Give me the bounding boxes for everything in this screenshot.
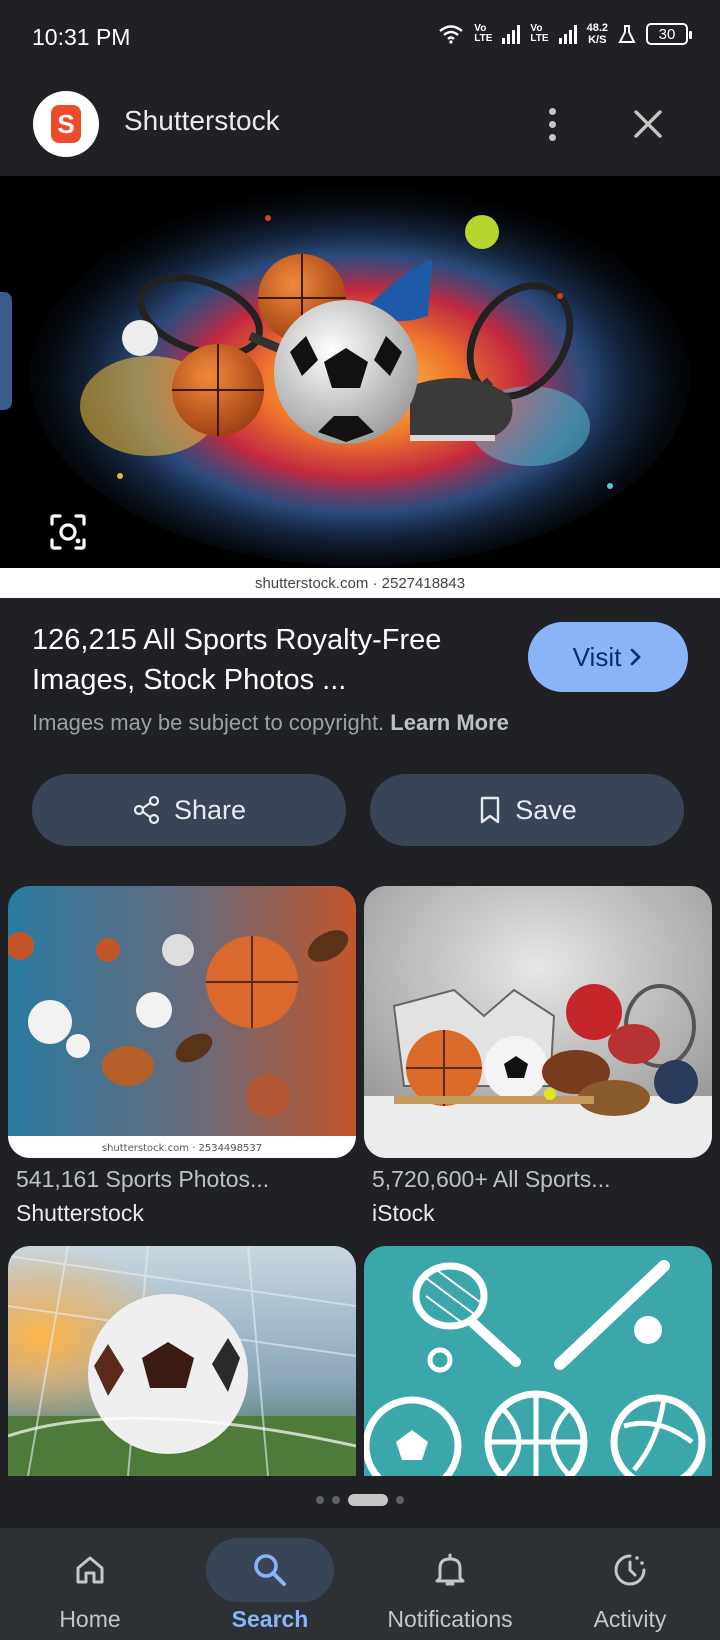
signal-icon-2: [558, 24, 577, 44]
home-icon: [76, 1556, 104, 1584]
related-image-1[interactable]: shutterstock.com · 2534498537: [8, 886, 356, 1158]
lens-icon[interactable]: [46, 510, 90, 554]
side-panel-handle[interactable]: [0, 292, 12, 410]
volte-bottom: LTE: [530, 33, 549, 44]
nav-home-pill: [26, 1538, 154, 1602]
bell-icon: [435, 1553, 465, 1586]
chevron-right-icon: [631, 648, 642, 666]
volte-indicator-2: Vo LTE: [530, 24, 548, 44]
dot: [548, 107, 556, 115]
visit-label: Visit: [572, 641, 622, 672]
related-image-4[interactable]: [364, 1246, 712, 1476]
sports-icons-image: [364, 1246, 712, 1476]
status-time: 10:31 PM: [32, 23, 131, 50]
related-caption-1[interactable]: 541,161 Sports Photos...: [16, 1166, 269, 1193]
visit-button[interactable]: Visit: [528, 622, 688, 692]
bookmark-icon: [481, 796, 500, 824]
site-name: Shutterstock: [124, 105, 280, 136]
signal-icon-1: [502, 24, 521, 44]
nav-search-pill: [206, 1538, 334, 1602]
nav-search[interactable]: Search: [180, 1538, 360, 1638]
search-icon: [254, 1554, 286, 1586]
nav-notifications-pill: [386, 1538, 514, 1602]
result-title[interactable]: 126,215 All Sports Royalty-Free Images, …: [32, 620, 502, 700]
dot: [548, 133, 556, 141]
related-source-1: Shutterstock: [16, 1200, 144, 1226]
nav-search-label: Search: [231, 1606, 309, 1632]
share-icon: [133, 795, 160, 825]
close-icon[interactable]: [624, 98, 672, 150]
nav-notifications-label: Notifications: [387, 1606, 513, 1632]
share-label: Share: [173, 794, 247, 825]
sports-equipment-image: [364, 886, 712, 1158]
status-bar: 10:31 PM Vo LTE Vo LTE 48.2 K/S 30: [0, 0, 720, 74]
related-source-2: iStock: [372, 1200, 435, 1226]
more-options-button[interactable]: [530, 96, 574, 152]
page-dot: [332, 1496, 340, 1504]
copyright-text: Images may be subject to copyright.: [32, 710, 385, 735]
page-dot: [316, 1496, 324, 1504]
shutterstock-logo: S: [33, 91, 99, 157]
wifi-icon: [439, 25, 464, 44]
page-indicator: [0, 1494, 720, 1506]
nav-notifications[interactable]: Notifications: [360, 1538, 540, 1638]
page-dot: [396, 1496, 404, 1504]
hero-image[interactable]: shutterstock.com · 2527418843: [0, 176, 720, 598]
logo-letter: S: [51, 105, 81, 143]
status-icons: Vo LTE Vo LTE 48.2 K/S 30: [438, 22, 692, 46]
volte-indicator-1: Vo LTE: [474, 24, 492, 44]
learn-more-link[interactable]: Learn More: [390, 710, 509, 735]
dot: [548, 120, 556, 128]
bottom-navigation: Home Search Notifications Activity: [0, 1528, 720, 1640]
volte-bottom: LTE: [474, 33, 493, 44]
network-speed: 48.2 K/S: [587, 22, 608, 46]
sports-burst-image: [0, 176, 720, 568]
related-watermark: shutterstock.com · 2534498537: [102, 1143, 262, 1154]
soccer-ball-net-image: [8, 1246, 356, 1476]
nav-activity-pill: [566, 1538, 694, 1602]
header: S Shutterstock: [0, 74, 720, 176]
nav-home[interactable]: Home: [0, 1538, 180, 1638]
related-image-2[interactable]: [364, 886, 712, 1158]
save-button[interactable]: Save: [370, 774, 684, 846]
nav-home-label: Home: [59, 1606, 121, 1632]
page-dot-active: [348, 1494, 388, 1506]
related-image-3[interactable]: [8, 1246, 356, 1476]
save-label: Save: [515, 794, 577, 825]
battery-icon: 30: [646, 23, 692, 45]
speed-unit: K/S: [588, 34, 607, 46]
speed-value: 48.2: [586, 22, 608, 34]
copyright-notice: Images may be subject to copyright. Lear…: [32, 710, 509, 736]
related-caption-2[interactable]: 5,720,600+ All Sports...: [372, 1166, 610, 1193]
activity-icon: [614, 1554, 646, 1586]
share-button[interactable]: Share: [32, 774, 346, 846]
nav-activity-label: Activity: [593, 1606, 667, 1632]
sports-balls-image: shutterstock.com · 2534498537: [8, 886, 356, 1158]
flask-icon: [618, 25, 636, 43]
screen: 10:31 PM Vo LTE Vo LTE 48.2 K/S 30 S Shu…: [0, 0, 720, 1640]
nav-activity[interactable]: Activity: [540, 1538, 720, 1638]
image-watermark: shutterstock.com · 2527418843: [0, 568, 720, 598]
